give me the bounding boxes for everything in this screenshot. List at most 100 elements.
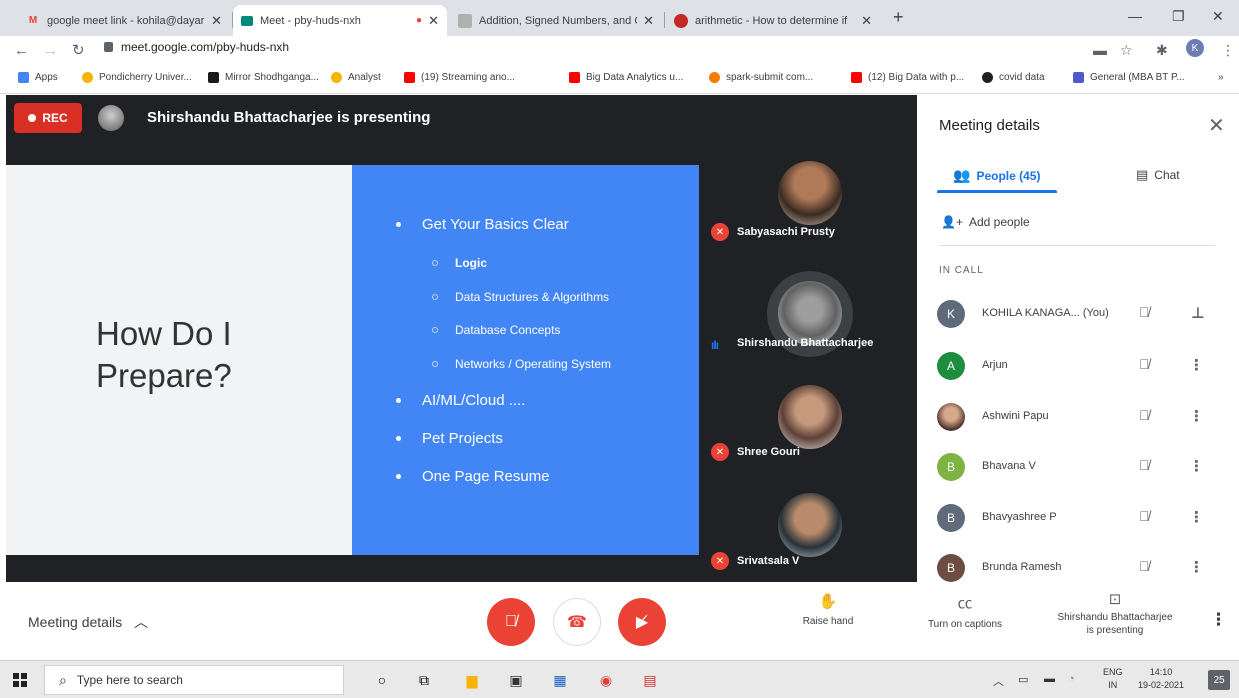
close-tab-icon[interactable]: ✕ [643, 13, 654, 29]
browser-menu-icon[interactable]: ⋮ [1221, 42, 1235, 59]
acrobat-icon[interactable]: ▤ [640, 670, 660, 690]
add-people-button[interactable]: 👤+ Add people [941, 215, 1030, 229]
minimize-icon[interactable]: — [1128, 8, 1142, 24]
leave-call-button[interactable]: ☎ [553, 598, 601, 646]
network-icon[interactable]: ▭ [1018, 673, 1028, 686]
bookmark-spark[interactable]: spark-submit com... [709, 72, 813, 83]
gmail-icon: M [28, 15, 38, 26]
store-icon[interactable]: ▣ [506, 670, 526, 690]
language-indicator[interactable]: ENG IN [1103, 666, 1123, 692]
mic-off-icon: 🎙̸ [505, 613, 517, 630]
bookmark-bigdata-python[interactable]: (12) Big Data with p... [851, 72, 964, 83]
app-icon[interactable]: ▦ [550, 670, 570, 690]
close-tab-icon[interactable]: ✕ [428, 13, 439, 29]
raise-hand-button[interactable]: ✋ Raise hand [795, 592, 861, 627]
meeting-details-button[interactable]: Meeting details ︿ [28, 612, 148, 632]
profile-avatar[interactable]: K [1186, 39, 1204, 57]
shodhganga-icon [208, 72, 219, 83]
avatar: B [937, 554, 965, 582]
more-options-icon[interactable]: ⋮ [1189, 457, 1204, 475]
more-options-icon[interactable]: ⋮ [1189, 558, 1204, 576]
tab-chat[interactable]: ▤ Chat [1136, 167, 1180, 183]
more-bookmarks-button[interactable]: » [1218, 72, 1224, 83]
participant-tile[interactable]: ✕ Sabyasachi Prusty [701, 161, 917, 271]
tab-gmail[interactable]: M google meet link - kohila@dayar ✕ [18, 5, 230, 36]
close-tab-icon[interactable]: ✕ [211, 13, 222, 29]
mic-off-icon: ✕ [711, 443, 729, 461]
tab-addition[interactable]: Addition, Signed Numbers, and C ✕ [450, 5, 662, 36]
presenting-button[interactable]: ⊡ Shirshandu Bhattacharjee is presenting [1040, 590, 1190, 636]
file-explorer-icon[interactable]: ▆ [462, 670, 482, 690]
teams-icon [1073, 72, 1084, 83]
window-close-icon[interactable]: ✕ [1212, 8, 1224, 25]
add-person-icon: 👤+ [941, 215, 963, 229]
participant-tile[interactable]: ıIı Shirshandu Bhattacharjee [701, 271, 917, 381]
analyst-icon [331, 72, 342, 83]
restore-icon[interactable]: ❐ [1172, 8, 1185, 25]
tray-chevron-up-icon[interactable]: ︿ [993, 673, 1004, 689]
bookmark-teams[interactable]: General (MBA BT P... [1073, 72, 1185, 83]
participant-name: KOHILA KANAGA... (You) [982, 307, 1109, 319]
pin-icon[interactable]: ⊥ [1191, 304, 1205, 322]
audio-level-icon: ıIı [711, 338, 719, 352]
chat-icon: ▤ [1136, 167, 1149, 182]
captions-button[interactable]: ㏄ Turn on captions [913, 592, 1017, 630]
close-panel-icon[interactable]: ✕ [1208, 113, 1225, 138]
camera-blocked-icon[interactable]: ▬ [1093, 42, 1107, 58]
participant-tile[interactable]: ✕ Shree Gouri [701, 381, 917, 491]
participant-row[interactable]: Ashwini Papu 🎙̸ ⋮ [937, 397, 1227, 437]
participant-tile[interactable]: ✕ Srivatsala V [701, 491, 917, 582]
bookmark-shodhganga[interactable]: Mirror Shodhganga... [208, 72, 319, 83]
participant-row[interactable]: A Arjun 🎙̸ ⋮ [937, 346, 1227, 386]
slide-bullet: One Page Resume [396, 468, 550, 485]
status-icon[interactable]: ◔ [1068, 673, 1075, 685]
bookmark-streaming[interactable]: (19) Streaming ano... [404, 72, 515, 83]
browser-toolbar: ← → ↻ meet.google.com/pby-huds-nxh ▬ ☆ ✱… [0, 36, 1239, 64]
doc-icon [458, 13, 472, 28]
bookmark-pondicherry[interactable]: Pondicherry Univer... [82, 72, 192, 83]
reload-icon[interactable]: ↻ [72, 41, 85, 59]
mic-off-icon: ✕ [711, 223, 729, 241]
system-clock[interactable]: 14:10 19-02-2021 [1138, 666, 1184, 692]
bookmark-apps[interactable]: Apps [18, 72, 58, 83]
tab-title: google meet link - kohila@dayar [47, 14, 205, 27]
mic-off-icon: 🎙̸ [1139, 304, 1150, 320]
chrome-icon[interactable]: ◉ [596, 670, 616, 690]
more-options-icon[interactable]: ⋮ [1189, 508, 1204, 526]
address-bar[interactable]: meet.google.com/pby-huds-nxh [104, 40, 289, 54]
back-arrow-icon[interactable]: ← [14, 42, 29, 59]
participant-row[interactable]: B Bhavana V 🎙̸ ⋮ [937, 447, 1227, 487]
task-view-icon[interactable]: ⧉ [414, 670, 434, 690]
participant-name: Shree Gouri [737, 446, 800, 458]
tab-arithmetic[interactable]: arithmetic - How to determine if ✕ [666, 5, 880, 36]
mic-toggle-button[interactable]: 🎙̸ [487, 598, 535, 646]
camera-toggle-button[interactable]: ▶̸ [618, 598, 666, 646]
bookmark-analyst[interactable]: Analyst [331, 72, 381, 83]
participant-row[interactable]: B Bhavyashree P 🎙̸ ⋮ [937, 498, 1227, 538]
slide-title-panel: How Do I Prepare? [6, 165, 352, 555]
more-options-icon[interactable]: ⋮ [1189, 356, 1204, 374]
notification-center-icon[interactable]: 25 [1208, 670, 1230, 690]
participant-row[interactable]: K KOHILA KANAGA... (You) 🎙̸ ⊥ [937, 294, 1227, 334]
bookmark-star-icon[interactable]: ☆ [1120, 42, 1133, 59]
windows-start-icon[interactable] [13, 673, 27, 687]
present-screen-icon: ⊡ [1108, 591, 1122, 608]
more-options-icon[interactable]: ⋮ [1210, 610, 1227, 630]
close-tab-icon[interactable]: ✕ [861, 13, 872, 29]
participant-row[interactable]: B Brunda Ramesh 🎙̸ ⋮ [937, 548, 1227, 582]
bookmark-bigdata[interactable]: Big Data Analytics u... [569, 72, 683, 83]
forward-arrow-icon[interactable]: → [43, 42, 58, 59]
cortana-icon[interactable]: ○ [372, 670, 392, 690]
new-tab-button[interactable]: + [893, 7, 904, 28]
extensions-icon[interactable]: ✱ [1156, 42, 1168, 59]
tab-meet[interactable]: Meet - pby-huds-nxh ● ✕ [233, 5, 447, 36]
more-options-icon[interactable]: ⋮ [1189, 407, 1204, 425]
tab-people[interactable]: 👥 People (45) [953, 167, 1040, 184]
taskbar-search-input[interactable]: ⌕ Type here to search [44, 665, 344, 695]
bookmark-covid[interactable]: covid data [982, 72, 1045, 83]
search-icon: ⌕ [59, 671, 67, 688]
mic-off-icon: 🎙̸ [1139, 558, 1150, 574]
battery-icon[interactable]: ▬ [1044, 673, 1055, 685]
participant-video [778, 161, 842, 225]
apps-grid-icon [18, 72, 29, 83]
